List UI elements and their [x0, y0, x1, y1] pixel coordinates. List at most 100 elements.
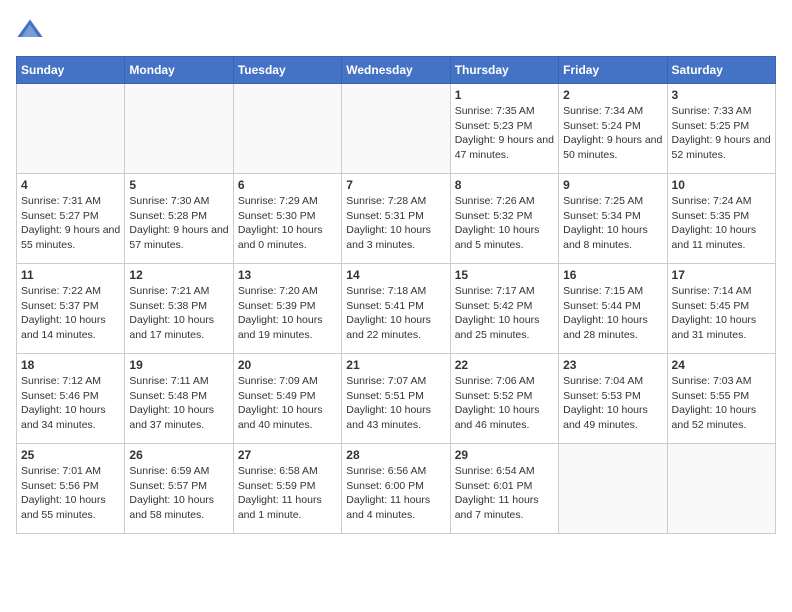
day-number: 20 — [238, 358, 337, 372]
day-info: Sunrise: 7:07 AM Sunset: 5:51 PM Dayligh… — [346, 374, 445, 433]
calendar-cell: 7 Sunrise: 7:28 AM Sunset: 5:31 PM Daylig… — [342, 174, 450, 264]
day-header-tuesday: Tuesday — [233, 57, 341, 84]
logo-icon — [16, 16, 44, 44]
day-number: 23 — [563, 358, 662, 372]
calendar-cell: 1Sunrise: 7:35 AM Sunset: 5:23 PM Daylig… — [450, 84, 558, 174]
day-number: 15 — [455, 268, 554, 282]
day-info: Sunrise: 6:58 AM Sunset: 5:59 PM Dayligh… — [238, 464, 337, 523]
calendar-cell: 18 Sunrise: 7:12 AM Sunset: 5:46 PM Dayli… — [17, 354, 125, 444]
calendar-cell: 3 Sunrise: 7:33 AM Sunset: 5:25 PM Daylig… — [667, 84, 775, 174]
day-number: 18 — [21, 358, 120, 372]
day-info: Sunrise: 7:22 AM Sunset: 5:37 PM Dayligh… — [21, 284, 120, 343]
calendar-cell: 10 Sunrise: 7:24 AM Sunset: 5:35 PM Dayli… — [667, 174, 775, 264]
day-info: Sunrise: 7:28 AM Sunset: 5:31 PM Dayligh… — [346, 194, 445, 253]
day-info: Sunrise: 7:17 AM Sunset: 5:42 PM Dayligh… — [455, 284, 554, 343]
day-info: Sunrise: 7:18 AM Sunset: 5:41 PM Dayligh… — [346, 284, 445, 343]
calendar-week-row: 1Sunrise: 7:35 AM Sunset: 5:23 PM Daylig… — [17, 84, 776, 174]
day-number: 7 — [346, 178, 445, 192]
calendar-cell: 2 Sunrise: 7:34 AM Sunset: 5:24 PM Daylig… — [559, 84, 667, 174]
day-info: Sunrise: 7:31 AM Sunset: 5:27 PM Dayligh… — [21, 194, 120, 253]
calendar-cell: 24 Sunrise: 7:03 AM Sunset: 5:55 PM Dayli… — [667, 354, 775, 444]
day-info: Sunrise: 7:29 AM Sunset: 5:30 PM Dayligh… — [238, 194, 337, 253]
day-number: 29 — [455, 448, 554, 462]
calendar-cell — [17, 84, 125, 174]
calendar-cell: 6 Sunrise: 7:29 AM Sunset: 5:30 PM Daylig… — [233, 174, 341, 264]
day-info: Sunrise: 7:30 AM Sunset: 5:28 PM Dayligh… — [129, 194, 228, 253]
calendar-cell: 13 Sunrise: 7:20 AM Sunset: 5:39 PM Dayli… — [233, 264, 341, 354]
day-number: 24 — [672, 358, 771, 372]
calendar-cell: 4Sunrise: 7:31 AM Sunset: 5:27 PM Daylig… — [17, 174, 125, 264]
day-info: Sunrise: 7:11 AM Sunset: 5:48 PM Dayligh… — [129, 374, 228, 433]
day-info: Sunrise: 7:12 AM Sunset: 5:46 PM Dayligh… — [21, 374, 120, 433]
calendar-cell: 26 Sunrise: 6:59 AM Sunset: 5:57 PM Dayli… — [125, 444, 233, 534]
calendar-week-row: 11Sunrise: 7:22 AM Sunset: 5:37 PM Dayli… — [17, 264, 776, 354]
day-info: Sunrise: 7:35 AM Sunset: 5:23 PM Dayligh… — [455, 104, 554, 163]
day-number: 28 — [346, 448, 445, 462]
day-info: Sunrise: 6:54 AM Sunset: 6:01 PM Dayligh… — [455, 464, 554, 523]
day-info: Sunrise: 7:09 AM Sunset: 5:49 PM Dayligh… — [238, 374, 337, 433]
calendar-cell: 21 Sunrise: 7:07 AM Sunset: 5:51 PM Dayli… — [342, 354, 450, 444]
day-info: Sunrise: 7:03 AM Sunset: 5:55 PM Dayligh… — [672, 374, 771, 433]
day-info: Sunrise: 7:14 AM Sunset: 5:45 PM Dayligh… — [672, 284, 771, 343]
day-number: 21 — [346, 358, 445, 372]
calendar-cell — [233, 84, 341, 174]
calendar-cell — [342, 84, 450, 174]
logo — [16, 16, 46, 44]
day-header-monday: Monday — [125, 57, 233, 84]
calendar-week-row: 4Sunrise: 7:31 AM Sunset: 5:27 PM Daylig… — [17, 174, 776, 264]
day-info: Sunrise: 7:33 AM Sunset: 5:25 PM Dayligh… — [672, 104, 771, 163]
day-number: 2 — [563, 88, 662, 102]
calendar-cell: 5 Sunrise: 7:30 AM Sunset: 5:28 PM Daylig… — [125, 174, 233, 264]
day-header-friday: Friday — [559, 57, 667, 84]
calendar-cell: 23 Sunrise: 7:04 AM Sunset: 5:53 PM Dayli… — [559, 354, 667, 444]
day-info: Sunrise: 7:25 AM Sunset: 5:34 PM Dayligh… — [563, 194, 662, 253]
day-header-wednesday: Wednesday — [342, 57, 450, 84]
day-info: Sunrise: 7:01 AM Sunset: 5:56 PM Dayligh… — [21, 464, 120, 523]
calendar-cell — [559, 444, 667, 534]
calendar-cell: 22Sunrise: 7:06 AM Sunset: 5:52 PM Dayli… — [450, 354, 558, 444]
day-number: 10 — [672, 178, 771, 192]
calendar-body: 1Sunrise: 7:35 AM Sunset: 5:23 PM Daylig… — [17, 84, 776, 534]
day-number: 25 — [21, 448, 120, 462]
calendar-week-row: 18 Sunrise: 7:12 AM Sunset: 5:46 PM Dayli… — [17, 354, 776, 444]
calendar-cell — [125, 84, 233, 174]
calendar-cell: 28 Sunrise: 6:56 AM Sunset: 6:00 PM Dayli… — [342, 444, 450, 534]
calendar-cell: 16Sunrise: 7:15 AM Sunset: 5:44 PM Dayli… — [559, 264, 667, 354]
calendar-header-row: SundayMondayTuesdayWednesdayThursdayFrid… — [17, 57, 776, 84]
calendar-week-row: 25 Sunrise: 7:01 AM Sunset: 5:56 PM Dayli… — [17, 444, 776, 534]
page-header — [16, 16, 776, 44]
day-number: 26 — [129, 448, 228, 462]
day-info: Sunrise: 6:56 AM Sunset: 6:00 PM Dayligh… — [346, 464, 445, 523]
day-number: 13 — [238, 268, 337, 282]
calendar-cell: 15 Sunrise: 7:17 AM Sunset: 5:42 PM Dayli… — [450, 264, 558, 354]
day-header-thursday: Thursday — [450, 57, 558, 84]
day-number: 8 — [455, 178, 554, 192]
calendar-cell: 9 Sunrise: 7:25 AM Sunset: 5:34 PM Daylig… — [559, 174, 667, 264]
day-number: 14 — [346, 268, 445, 282]
day-info: Sunrise: 7:21 AM Sunset: 5:38 PM Dayligh… — [129, 284, 228, 343]
calendar-cell: 8 Sunrise: 7:26 AM Sunset: 5:32 PM Daylig… — [450, 174, 558, 264]
day-info: Sunrise: 7:24 AM Sunset: 5:35 PM Dayligh… — [672, 194, 771, 253]
day-number: 5 — [129, 178, 228, 192]
day-info: Sunrise: 7:34 AM Sunset: 5:24 PM Dayligh… — [563, 104, 662, 163]
day-number: 27 — [238, 448, 337, 462]
day-number: 6 — [238, 178, 337, 192]
calendar-cell: 25 Sunrise: 7:01 AM Sunset: 5:56 PM Dayli… — [17, 444, 125, 534]
day-number: 19 — [129, 358, 228, 372]
calendar-cell: 12Sunrise: 7:21 AM Sunset: 5:38 PM Dayli… — [125, 264, 233, 354]
calendar-cell — [667, 444, 775, 534]
day-info: Sunrise: 7:20 AM Sunset: 5:39 PM Dayligh… — [238, 284, 337, 343]
day-info: Sunrise: 7:26 AM Sunset: 5:32 PM Dayligh… — [455, 194, 554, 253]
day-number: 16 — [563, 268, 662, 282]
day-number: 9 — [563, 178, 662, 192]
day-info: Sunrise: 7:04 AM Sunset: 5:53 PM Dayligh… — [563, 374, 662, 433]
calendar-cell: 19 Sunrise: 7:11 AM Sunset: 5:48 PM Dayli… — [125, 354, 233, 444]
calendar-cell: 29 Sunrise: 6:54 AM Sunset: 6:01 PM Dayli… — [450, 444, 558, 534]
day-header-sunday: Sunday — [17, 57, 125, 84]
day-info: Sunrise: 6:59 AM Sunset: 5:57 PM Dayligh… — [129, 464, 228, 523]
calendar-cell: 17 Sunrise: 7:14 AM Sunset: 5:45 PM Dayli… — [667, 264, 775, 354]
day-number: 22 — [455, 358, 554, 372]
day-number: 3 — [672, 88, 771, 102]
day-number: 17 — [672, 268, 771, 282]
calendar-cell: 20 Sunrise: 7:09 AM Sunset: 5:49 PM Dayli… — [233, 354, 341, 444]
